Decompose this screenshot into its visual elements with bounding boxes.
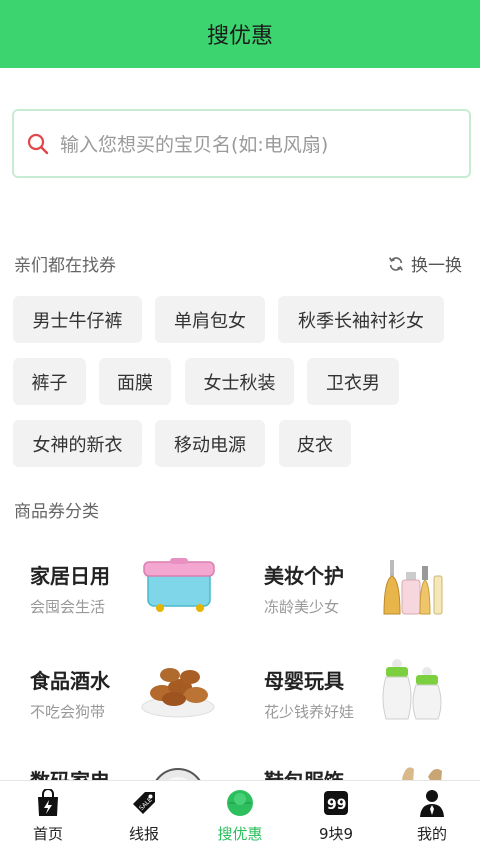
hot-tag[interactable]: 皮衣 xyxy=(279,420,351,467)
search-box[interactable]: 输入您想买的宝贝名(如:电风扇) xyxy=(12,109,471,178)
user-icon xyxy=(418,789,446,817)
category-food[interactable]: 食品酒水 不吃会狗带 xyxy=(30,665,250,745)
baby-bottle-icon xyxy=(382,659,442,720)
hot-search-label: 亲们都在找券 xyxy=(14,256,116,276)
page: 搜优惠 输入您想买的宝贝名(如:电风扇) 亲们都在找券 换一换 男士牛仔裤 单肩… xyxy=(0,0,480,853)
perfume-icon xyxy=(383,560,443,615)
category-home[interactable]: 家居日用 会囤会生活 xyxy=(30,558,250,640)
category-baby[interactable]: 母婴玩具 花少钱养好娃 xyxy=(264,659,480,745)
hot-tag[interactable]: 秋季长袖衬衫女 xyxy=(278,296,444,343)
search-placeholder[interactable]: 输入您想买的宝贝名(如:电风扇) xyxy=(60,130,328,157)
sale-tag-icon: SALE xyxy=(130,789,158,817)
category-name: 家居日用 xyxy=(30,564,110,588)
hot-tag[interactable]: 卫衣男 xyxy=(307,358,399,405)
category-subtitle: 花少钱养好娃 xyxy=(264,703,355,721)
nuts-icon xyxy=(141,668,215,718)
search-icon xyxy=(27,133,49,154)
category-name: 母婴玩具 xyxy=(264,669,344,693)
tab-label: 线报 xyxy=(128,825,159,843)
refresh-icon xyxy=(388,256,404,271)
refresh-button[interactable]: 换一换 xyxy=(387,251,462,276)
refresh-label: 换一换 xyxy=(411,256,462,276)
tab-label: 首页 xyxy=(32,825,63,843)
storage-box-icon xyxy=(143,558,215,612)
category-subtitle: 不吃会狗带 xyxy=(30,703,106,721)
page-title: 搜优惠 xyxy=(206,24,273,49)
tab-search-deals[interactable]: 搜优惠 xyxy=(192,781,288,853)
category-subtitle: 会囤会生活 xyxy=(30,598,106,616)
category-name: 美妆个护 xyxy=(264,564,344,588)
hot-tag[interactable]: 面膜 xyxy=(99,358,171,405)
hot-tag[interactable]: 裤子 xyxy=(13,358,86,405)
search-circle-icon xyxy=(226,789,254,817)
shopping-bag-icon xyxy=(34,789,62,817)
bottom-tab-bar: 首页 SALE 线报 搜优惠 99 9块9 我的 xyxy=(0,780,480,853)
nine-nine-icon: 99 xyxy=(322,789,350,817)
category-subtitle: 冻龄美少女 xyxy=(264,598,340,616)
hot-tag[interactable]: 单肩包女 xyxy=(155,296,265,343)
category-name: 食品酒水 xyxy=(30,669,110,693)
hot-tag[interactable]: 女神的新衣 xyxy=(13,420,142,467)
header-bar: 搜优惠 xyxy=(0,0,480,68)
tab-label: 我的 xyxy=(416,825,447,843)
hot-tag[interactable]: 移动电源 xyxy=(155,420,265,467)
tab-nine-nine[interactable]: 99 9块9 xyxy=(288,781,384,853)
svg-text:99: 99 xyxy=(327,797,346,813)
category-beauty[interactable]: 美妆个护 冻龄美少女 xyxy=(264,560,480,640)
hot-tag[interactable]: 男士牛仔裤 xyxy=(13,296,142,343)
tab-label: 9块9 xyxy=(318,825,354,843)
tab-mine[interactable]: 我的 xyxy=(384,781,480,853)
tab-news[interactable]: SALE 线报 xyxy=(96,781,192,853)
hot-tag[interactable]: 女士秋装 xyxy=(185,358,294,405)
tab-label: 搜优惠 xyxy=(217,825,263,843)
tab-home[interactable]: 首页 xyxy=(0,781,96,853)
category-section-label: 商品券分类 xyxy=(14,502,99,522)
